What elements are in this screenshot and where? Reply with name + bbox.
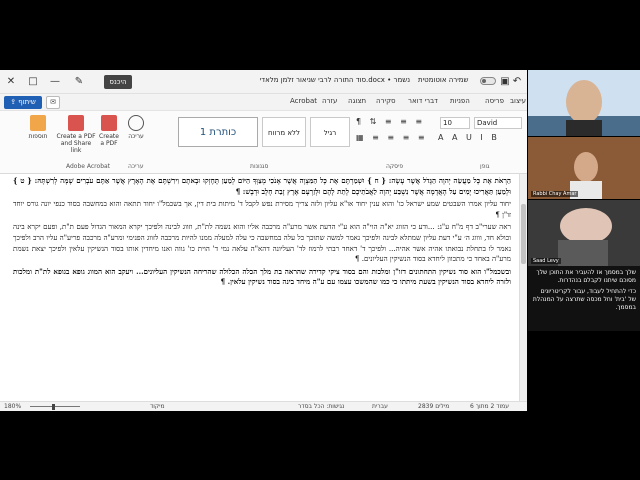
zoom-level[interactable]: 180%: [4, 403, 21, 410]
share-label: שיתוף: [18, 98, 36, 106]
create-pdf-share-label: Create a PDF and Share link: [56, 133, 96, 154]
group-label-font: גופן: [480, 163, 490, 170]
pdf-icon: [101, 115, 117, 131]
document-area[interactable]: הַרְאֹת אֶת כָּל מַעֲשֵׂה יְהוָה הַגָּדֹ…: [0, 174, 519, 401]
paragraph-3[interactable]: ראה שערי"ב דף מ"ח ע"ג: ...ודע כי הזווג י…: [13, 222, 511, 264]
chat-line-2: כדי להתחיל לעבוד, עבור לקריטריונים של 'ב…: [532, 288, 636, 311]
editing-label: עריכה: [128, 133, 144, 140]
tab-acrobat[interactable]: Acrobat: [290, 97, 317, 105]
group-label-editing: עריכה: [128, 163, 144, 170]
participant-tile-2[interactable]: Rabbi Chay Amar: [528, 137, 640, 199]
create-pdf-share-button[interactable]: Create a PDF and Share link: [56, 115, 96, 154]
editing-button[interactable]: עריכה: [124, 115, 148, 140]
undo-icon[interactable]: ↶: [512, 74, 522, 90]
grid-icon: [30, 115, 46, 131]
paragraph-tools-row2[interactable]: ▦ ≡ ≡ ≡ ≡: [356, 133, 428, 142]
pdf-icon: [68, 115, 84, 131]
title-bar: ✕ □ — ✎ היכנס סוד התורה לרבי שניאור זלמן…: [0, 70, 527, 94]
ribbon-tabs: ⇪ שיתוף ✉ Acrobat עזרה תצוגה סקירה דברי …: [0, 94, 527, 110]
paragraph-1[interactable]: הַרְאֹת אֶת כָּל מַעֲשֵׂה יְהוָה הַגָּדֹ…: [13, 176, 511, 197]
style-normal[interactable]: רגיל: [310, 117, 350, 147]
page-count[interactable]: עמוד 2 מתוך 6: [470, 403, 509, 410]
autosave-label: שמירה אוטומטית: [418, 76, 469, 84]
chat-line-1: שלך במסמך אז להעביר את התוכן שלך מסוכם ש…: [536, 269, 636, 284]
zoom-knob[interactable]: [52, 404, 55, 410]
status-bar: 180% מיקוד נגישות: הכל בסדר עברית 2839 מ…: [0, 401, 527, 411]
lightbulb-icon[interactable]: ✎: [72, 74, 86, 90]
create-pdf-button[interactable]: Create a PDF: [98, 115, 120, 147]
document-text[interactable]: הַרְאֹת אֶת כָּל מַעֲשֵׂה יְהוָה הַגָּדֹ…: [13, 176, 511, 290]
maximize-icon[interactable]: □: [26, 74, 40, 90]
document-page[interactable]: הַרְאֹת אֶת כָּל מַעֲשֵׂה יְהוָה הַגָּדֹ…: [0, 174, 519, 401]
search-icon: [128, 115, 144, 131]
style-no-spacing[interactable]: ללא מרווח: [262, 117, 306, 147]
focus-label[interactable]: מיקוד: [150, 403, 165, 410]
addins-button[interactable]: תוספות: [26, 115, 50, 140]
paragraph-2[interactable]: יחוד עליון אמרו השבטים שמע ישראל כו' והו…: [13, 199, 511, 220]
participant-name: Saad Levy: [531, 258, 561, 264]
autosave-toggle[interactable]: [480, 77, 496, 85]
save-icon[interactable]: ▣: [500, 74, 510, 90]
accessibility-status[interactable]: נגישות: הכל בסדר: [298, 403, 344, 410]
tab-view[interactable]: תצוגה: [348, 97, 366, 105]
comment-icon[interactable]: ✉: [46, 96, 60, 109]
addins-label: תוספות: [28, 133, 48, 140]
zoom-slider[interactable]: [30, 406, 80, 407]
tab-mailings[interactable]: דברי דואר: [408, 97, 438, 105]
signin-button[interactable]: היכנס: [104, 75, 132, 89]
minimize-icon[interactable]: —: [48, 74, 62, 90]
scrollbar-thumb[interactable]: [521, 204, 526, 264]
word-window: ✕ □ — ✎ היכנס סוד התורה לרבי שניאור זלמן…: [0, 70, 527, 411]
participant-name: Rabbi Chay Amar: [531, 191, 579, 197]
font-tools-row[interactable]: A A U I B: [438, 133, 500, 142]
share-button[interactable]: ⇪ שיתוף: [4, 96, 42, 109]
language-status[interactable]: עברית: [372, 403, 388, 410]
participant-tile-1[interactable]: [528, 70, 640, 136]
screen: ✕ □ — ✎ היכנס סוד התורה לרבי שניאור זלמן…: [0, 0, 640, 480]
chat-panel: שלך במסמך אז להעביר את התוכן שלך מסוכם ש…: [528, 266, 640, 331]
group-label-paragraph: פיסקה: [386, 163, 404, 170]
vertical-scrollbar[interactable]: [519, 174, 527, 401]
ribbon: תוספות Create a PDF and Share link Creat…: [0, 110, 527, 174]
paragraph-tools-row1[interactable]: ¶ ⇅ ≡ ≡ ≡: [356, 117, 425, 126]
word-count[interactable]: 2839 מילים: [418, 403, 449, 410]
group-label-acrobat: Adobe Acrobat: [66, 163, 111, 170]
font-size-select[interactable]: 10: [440, 117, 470, 129]
group-label-styles: סגנונות: [250, 163, 269, 170]
participant-tile-3[interactable]: Saad Levy: [528, 200, 640, 266]
tab-help[interactable]: עזרה: [322, 97, 337, 105]
participant-video-2: [528, 137, 640, 199]
tab-review[interactable]: סקירה: [376, 97, 396, 105]
participant-video-1: [528, 70, 640, 136]
participant-video-3: [528, 200, 640, 266]
window-title: סוד התורה לרבי שניאור זלמן מלאדי.docx • …: [259, 76, 410, 84]
tab-design[interactable]: עיצוב: [510, 97, 526, 105]
create-pdf-label: Create a PDF: [99, 133, 119, 147]
close-icon[interactable]: ✕: [4, 74, 18, 90]
font-name-select[interactable]: David: [474, 117, 522, 129]
style-heading1[interactable]: כותרת 1: [178, 117, 258, 147]
tab-layout[interactable]: פריסה: [485, 97, 504, 105]
tab-references[interactable]: הפניות: [450, 97, 470, 105]
paragraph-4[interactable]: ובשכמל"ו הוא סוד נשיקין התחתונים דזו"ן ו…: [13, 267, 511, 288]
